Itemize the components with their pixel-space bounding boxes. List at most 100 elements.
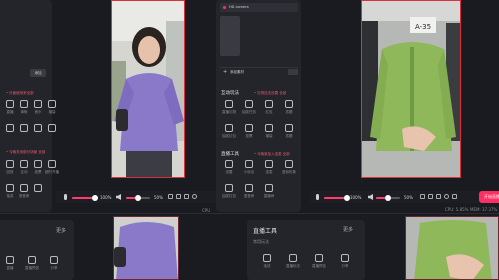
- bottom-tool-2[interactable]: 直播玩法: [285, 254, 301, 270]
- mic-slider-knob[interactable]: [92, 195, 98, 201]
- camera-icon-2[interactable]: [420, 194, 425, 199]
- mid-icon-2[interactable]: 抽奖任务: [241, 100, 257, 116]
- add-material-row[interactable]: + 添加素材: [220, 67, 298, 76]
- icon-label: 答题: [285, 134, 293, 138]
- interact-note: • 礼物连击设置 全部: [254, 91, 287, 95]
- icon-label: 抽奖: [6, 194, 14, 198]
- mic-slider[interactable]: [72, 195, 98, 201]
- video-preview-1[interactable]: [111, 0, 185, 178]
- settings-icon: [225, 160, 233, 168]
- avatar-icon: [48, 160, 56, 168]
- mid-icon-4[interactable]: 答题: [281, 100, 297, 116]
- tool-icon-5[interactable]: 抽奖红包: [221, 184, 237, 200]
- mic-slider-2[interactable]: [324, 195, 350, 201]
- tool-icon-4[interactable]: 虚拟形象: [281, 160, 297, 176]
- left-panel: 添加 • 扑面使用来全部 直播 清晰 音乐 福袋 • 今晚关闭部分场景 全部 回…: [0, 0, 59, 212]
- tool-icon-3[interactable]: 连麦: [261, 160, 277, 176]
- video-preview-2[interactable]: A-35: [361, 0, 461, 178]
- grid-icon-2[interactable]: [452, 194, 457, 199]
- mic-icon-2[interactable]: [316, 194, 319, 200]
- bottom-tool-3[interactable]: 直播预告: [311, 254, 327, 270]
- icon-label: 音乐: [34, 110, 42, 114]
- icon-label: 直播礼物: [222, 110, 236, 114]
- tool-d[interactable]: [44, 124, 60, 140]
- packet-icon: [225, 124, 233, 132]
- speaker-icon-2[interactable]: [368, 194, 373, 200]
- camera-source-row[interactable]: HD camera: [220, 3, 298, 12]
- packet-icon: [225, 184, 233, 192]
- bottom-tool-1[interactable]: 连线: [259, 254, 275, 270]
- video-preview-4[interactable]: [405, 216, 499, 280]
- mid-icon-5[interactable]: 抽奖红包: [221, 124, 237, 140]
- tool-icon-2[interactable]: 小玩法: [241, 160, 257, 176]
- layout-icon[interactable]: [184, 194, 189, 199]
- play-icon: [289, 254, 297, 262]
- speaker-slider-2-knob[interactable]: [385, 195, 391, 201]
- speaker-icon[interactable]: [116, 194, 121, 200]
- share-icon: [341, 254, 349, 262]
- speaker-slider[interactable]: [126, 195, 150, 201]
- start-live-button[interactable]: 开始直播: [479, 191, 499, 203]
- layout-icon-2[interactable]: [436, 194, 441, 199]
- mid-icon-7[interactable]: 福袋: [261, 124, 277, 140]
- tool-icon: [6, 124, 14, 132]
- voice-icon: [20, 184, 28, 192]
- tools-title: 直播工具: [221, 152, 239, 157]
- icon-label: 红包: [265, 110, 273, 114]
- tool-icon-6[interactable]: 语音房: [241, 184, 257, 200]
- answer-icon: [285, 124, 293, 132]
- middle-panel: HD camera + 添加素材 互动玩法 • 礼物连击设置 全部 直播礼物 抽…: [216, 0, 301, 212]
- plus-icon: +: [223, 69, 228, 75]
- bottom-left-icon-3[interactable]: 分享: [46, 256, 62, 272]
- screen-icon[interactable]: [176, 194, 181, 199]
- gift-icon: [225, 100, 233, 108]
- settings-icon-2[interactable]: [444, 194, 449, 199]
- add-material-label: 添加素材: [230, 70, 244, 74]
- source-thumb[interactable]: [220, 16, 240, 56]
- tool-lucky-bag[interactable]: 福袋: [44, 100, 60, 116]
- speaker-level-label-2: 50%: [404, 195, 413, 200]
- bottom-more-link[interactable]: 更多: [56, 228, 66, 234]
- icon-label: 回放: [6, 170, 14, 174]
- icon-label: 直播: [6, 266, 14, 270]
- bottom-left-icon-1[interactable]: 直播: [2, 256, 18, 272]
- tool-icon-7[interactable]: 直播间: [261, 184, 277, 200]
- mid-icon-8[interactable]: 答题: [281, 124, 297, 140]
- add-material-btn[interactable]: [288, 69, 298, 75]
- screen-icon-2[interactable]: [428, 194, 433, 199]
- bottom-left-panel: 更多 直播 直播预告 分享: [0, 220, 74, 280]
- bottom-tools-sub: 常用玩法: [253, 239, 269, 244]
- video-preview-3[interactable]: [113, 216, 179, 280]
- mid-icon-3[interactable]: 红包: [261, 100, 277, 116]
- jacket-photo: A-35: [362, 1, 460, 177]
- speaker-slider-2[interactable]: [376, 195, 400, 201]
- room-icon: [34, 184, 42, 192]
- bottom-left-icon-2[interactable]: 直播预告: [24, 256, 40, 272]
- settings-icon[interactable]: [192, 194, 197, 199]
- icon-label: 语音房: [243, 194, 255, 198]
- camera-icon[interactable]: [168, 194, 173, 199]
- tool-avatar[interactable]: 超时开播: [44, 160, 60, 176]
- bottom-tools-more[interactable]: 更多: [343, 227, 353, 233]
- vote-icon: [245, 124, 253, 132]
- preview-icon: [315, 254, 323, 262]
- icon-label: 投票: [245, 134, 253, 138]
- quiz-icon: [285, 100, 293, 108]
- interact-title: 互动玩法: [221, 91, 239, 96]
- tool-icon-1[interactable]: 设置: [221, 160, 237, 176]
- bottom-tools-panel: 直播工具 常用玩法 更多 连线 直播玩法 直播预告 分享: [247, 220, 365, 280]
- speaker-slider-knob[interactable]: [135, 195, 141, 201]
- mic-icon[interactable]: [64, 194, 67, 200]
- add-button[interactable]: 添加: [30, 69, 46, 77]
- tag-label: A-35: [415, 23, 431, 31]
- lucky-bag-icon: [48, 100, 56, 108]
- mid-icon-1[interactable]: 直播礼物: [221, 100, 237, 116]
- clarity-icon: [20, 100, 28, 108]
- task-icon: [245, 100, 253, 108]
- bottom-tool-4[interactable]: 分享: [337, 254, 353, 270]
- tool-icon: [34, 124, 42, 132]
- voice-icon: [245, 184, 253, 192]
- tool-room[interactable]: [30, 184, 46, 200]
- icon-label: 小玩法: [243, 170, 255, 174]
- mid-icon-6[interactable]: 投票: [241, 124, 257, 140]
